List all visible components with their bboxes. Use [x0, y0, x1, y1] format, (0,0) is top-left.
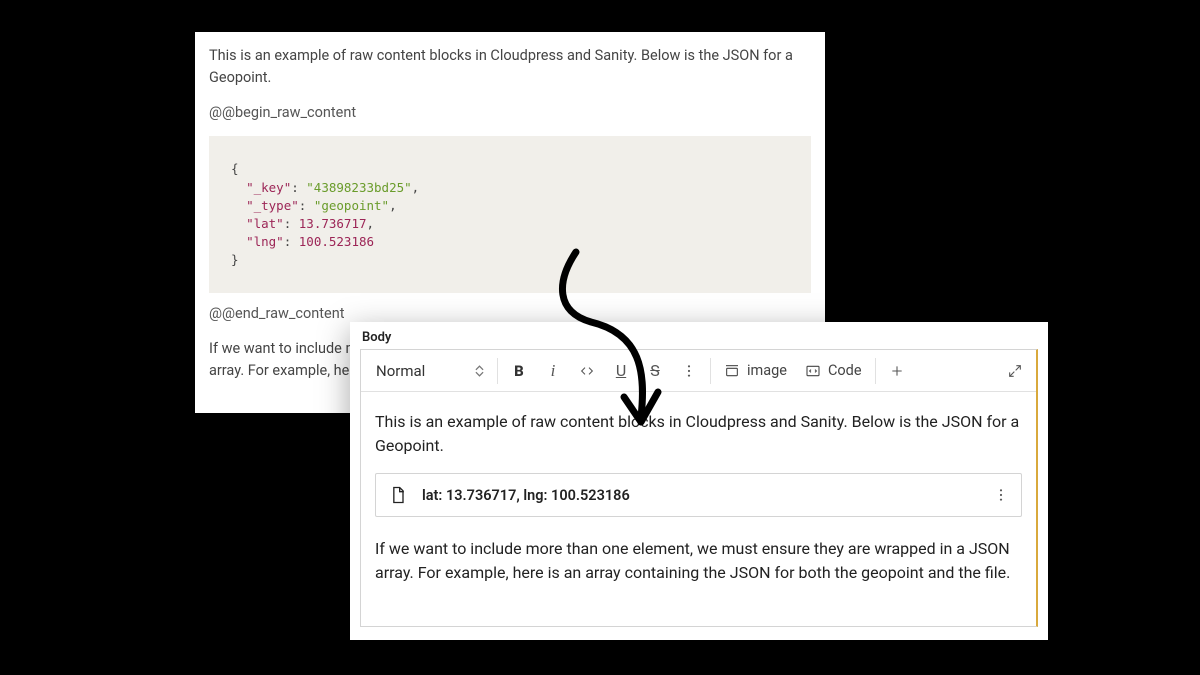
image-button-label: image [747, 362, 787, 379]
bold-button[interactable]: B [502, 354, 536, 388]
json-code-block: { "_key": "43898233bd25", "_type": "geop… [209, 136, 811, 293]
block-card-text: lat: 13.736717, lng: 100.523186 [422, 485, 979, 506]
toolbar-divider [710, 358, 711, 384]
underline-button[interactable]: U [604, 354, 638, 388]
block-style-value: Normal [376, 362, 425, 380]
field-label: Body [350, 322, 1048, 349]
image-block-icon [724, 363, 740, 379]
expand-icon [1007, 363, 1023, 379]
sanity-editor-panel: Body Normal B i U S i [350, 322, 1048, 640]
editor-body[interactable]: This is an example of raw content blocks… [361, 392, 1036, 611]
editor-paragraph[interactable]: If we want to include more than one elem… [375, 537, 1022, 584]
raw-begin-marker: @@begin_raw_content [209, 102, 811, 124]
strikethrough-button[interactable]: S [638, 354, 672, 388]
source-intro-text: This is an example of raw content blocks… [209, 45, 811, 90]
more-formatting-button[interactable] [672, 354, 706, 388]
document-icon [388, 484, 408, 506]
editor-toolbar: Normal B i U S image [361, 350, 1036, 392]
plus-icon [889, 363, 905, 379]
dots-vertical-icon [681, 363, 697, 379]
toolbar-divider [875, 358, 876, 384]
chevron-up-down-icon [475, 365, 484, 377]
editor-paragraph[interactable]: This is an example of raw content blocks… [375, 410, 1022, 457]
block-style-select[interactable]: Normal [365, 354, 493, 388]
italic-button[interactable]: i [536, 354, 570, 388]
dots-vertical-icon[interactable] [993, 487, 1009, 503]
code-button-label: Code [828, 362, 862, 379]
code-block-icon [805, 363, 821, 379]
insert-image-button[interactable]: image [715, 354, 796, 388]
geopoint-block-card[interactable]: lat: 13.736717, lng: 100.523186 [375, 473, 1022, 517]
code-inline-button[interactable] [570, 354, 604, 388]
expand-button[interactable] [998, 354, 1032, 388]
code-icon [579, 363, 595, 379]
insert-code-button[interactable]: Code [796, 354, 871, 388]
toolbar-divider [497, 358, 498, 384]
editor-field: Normal B i U S image [360, 349, 1038, 627]
add-block-button[interactable] [880, 354, 914, 388]
